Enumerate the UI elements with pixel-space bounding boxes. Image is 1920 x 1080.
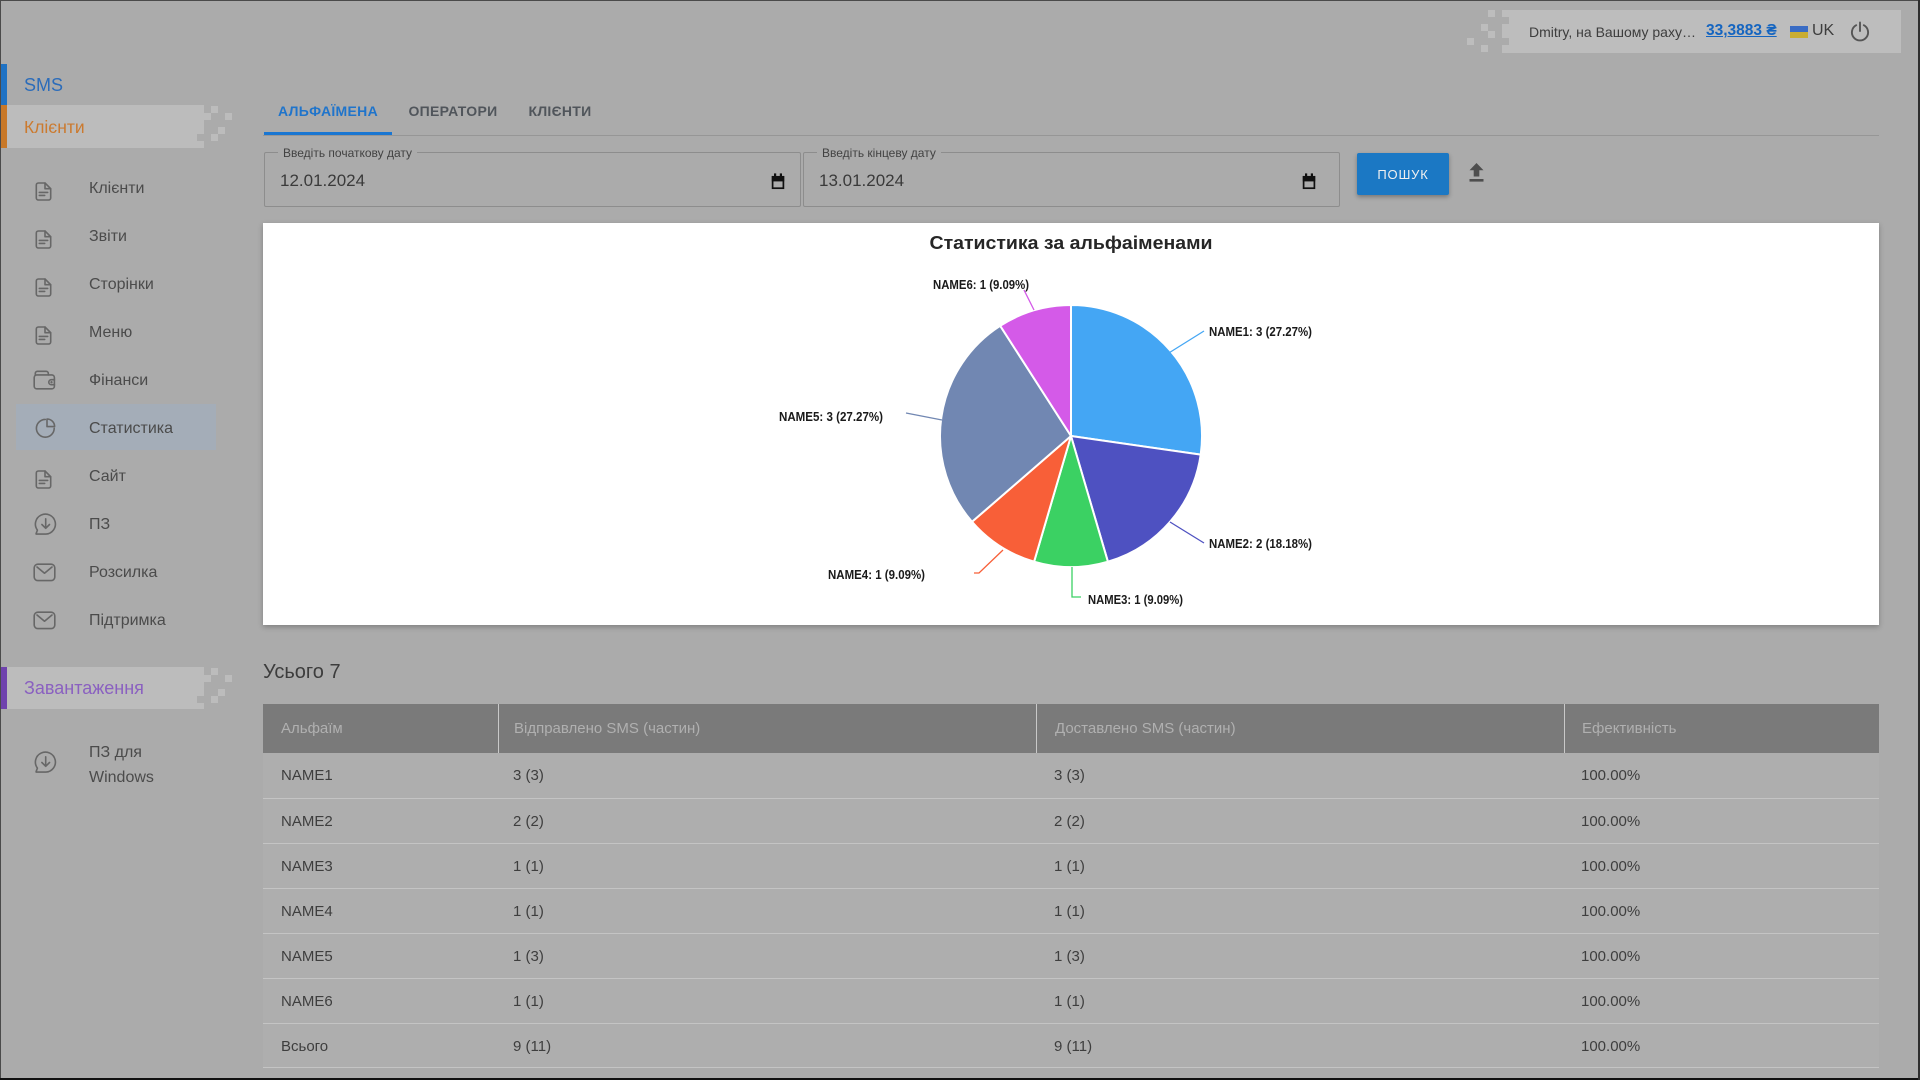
svg-text:Статистика за альфаіменами: Статистика за альфаіменами <box>930 232 1213 253</box>
svg-text:NAME5: 3 (27.27%): NAME5: 3 (27.27%) <box>779 409 883 424</box>
svg-text:NAME1: 3 (27.27%): NAME1: 3 (27.27%) <box>1209 324 1312 339</box>
svg-text:NAME3: 1 (9.09%): NAME3: 1 (9.09%) <box>1088 592 1183 607</box>
svg-text:NAME6: 1 (9.09%): NAME6: 1 (9.09%) <box>933 277 1029 292</box>
svg-text:NAME2: 2 (18.18%): NAME2: 2 (18.18%) <box>1209 536 1312 551</box>
svg-text:NAME4: 1 (9.09%): NAME4: 1 (9.09%) <box>828 567 925 582</box>
